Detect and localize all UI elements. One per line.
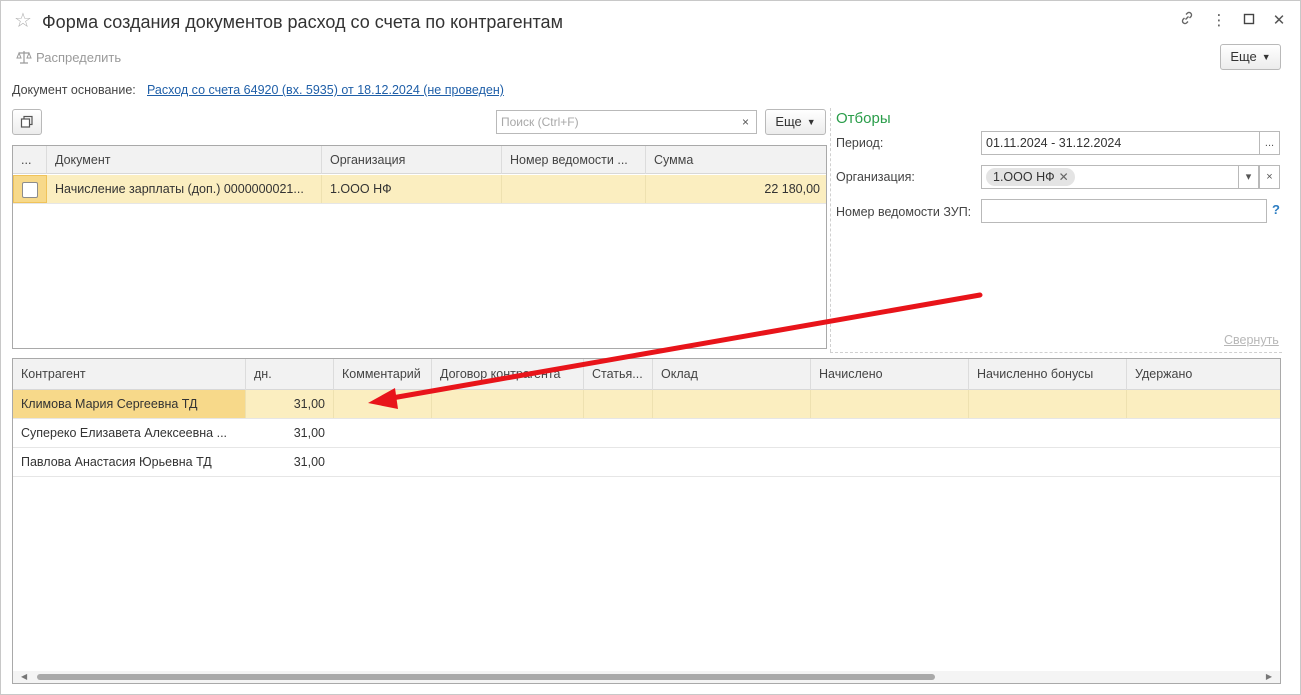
cell-withheld[interactable] [1127, 390, 1280, 418]
favorite-star-icon[interactable]: ☆ [14, 10, 32, 32]
column-header-days[interactable]: дн. [246, 359, 334, 390]
cell-article[interactable] [584, 390, 653, 418]
zup-statement-input[interactable] [981, 199, 1267, 223]
column-header-contract[interactable]: Договор контрагента [432, 359, 584, 390]
close-icon[interactable]: ✕ [1268, 10, 1290, 32]
column-header-document[interactable]: Документ [47, 146, 322, 174]
basis-label: Документ основание: [12, 83, 136, 97]
column-header-counterparty[interactable]: Контрагент [13, 359, 246, 390]
column-header-accrued[interactable]: Начислено [811, 359, 969, 390]
zup-statement-label: Номер ведомости ЗУП: [836, 205, 972, 219]
distribute-button[interactable]: Распределить [16, 48, 121, 68]
column-header-statement-no[interactable]: Номер ведомости ... [502, 146, 646, 174]
table-row[interactable]: Начисление зарплаты (доп.) 0000000021...… [13, 175, 826, 204]
more-actions-icon[interactable]: ⋮ [1208, 10, 1230, 32]
maximize-icon[interactable] [1238, 10, 1260, 32]
search-clear-icon[interactable]: × [735, 110, 757, 134]
collapse-link[interactable]: Свернуть [1224, 333, 1279, 347]
distribute-label: Распределить [36, 50, 122, 65]
filters-bottom-divider [830, 352, 1282, 353]
search-box[interactable] [496, 110, 736, 134]
link-icon[interactable] [1176, 10, 1198, 32]
table-row[interactable]: Павлова Анастасия Юрьевна ТД 31,00 [13, 448, 1280, 477]
search-input[interactable] [497, 111, 727, 133]
cell-counterparty[interactable]: Павлова Анастасия Юрьевна ТД [13, 448, 246, 476]
period-label: Период: [836, 136, 884, 150]
column-header-sum[interactable]: Сумма [646, 146, 826, 174]
organization-tag-label: 1.ООО НФ [993, 170, 1055, 184]
cell-accrued-bonus[interactable] [969, 390, 1127, 418]
caret-down-icon: ▼ [1261, 52, 1271, 62]
copy-icon [19, 115, 35, 133]
form-title: Форма создания документов расход со счет… [42, 12, 563, 32]
table-more-button[interactable]: Еще ▼ [765, 109, 826, 135]
basis-document-link[interactable]: Расход со счета 64920 (вх. 5935) от 18.1… [147, 83, 504, 97]
organization-tag[interactable]: 1.ООО НФ ✕ [986, 168, 1075, 186]
cell-contract[interactable] [432, 390, 584, 418]
period-field[interactable]: 01.11.2024 - 31.12.2024 [981, 131, 1260, 155]
filters-title: Отборы [836, 110, 891, 127]
column-header-withheld[interactable]: Удержано [1127, 359, 1280, 390]
organization-clear-icon[interactable]: × [1259, 165, 1280, 189]
column-header-comment[interactable]: Комментарий [334, 359, 432, 390]
organization-dropdown-icon[interactable]: ▾ [1238, 165, 1259, 189]
scales-icon [16, 48, 36, 68]
row-checkbox-cell[interactable] [13, 175, 47, 203]
row-checkbox[interactable] [22, 182, 38, 198]
scrollbar-thumb[interactable] [37, 674, 935, 680]
cell-counterparty[interactable]: Климова Мария Сергеевна ТД [13, 390, 246, 418]
column-header-accrued-bonus[interactable]: Начисленно бонусы [969, 359, 1127, 390]
counterparties-table: Контрагент дн. Комментарий Договор контр… [12, 358, 1281, 684]
cell-days[interactable]: 31,00 [246, 419, 334, 447]
scroll-left-icon[interactable]: ◀ [21, 671, 27, 683]
more-button-label: Еще [1230, 49, 1257, 64]
cell-statement-no[interactable] [502, 175, 646, 203]
cell-comment[interactable] [334, 390, 432, 418]
cell-document[interactable]: Начисление зарплаты (доп.) 0000000021... [47, 175, 322, 203]
table-row[interactable]: Суперeко Елизавета Алексеевна ... 31,00 [13, 419, 1280, 448]
cell-sum[interactable]: 22 180,00 [646, 175, 826, 203]
copy-button[interactable] [12, 109, 42, 135]
help-icon[interactable]: ? [1272, 202, 1280, 217]
column-header-mark[interactable]: ... [13, 146, 47, 174]
cell-organization[interactable]: 1.ООО НФ [322, 175, 502, 203]
more-button[interactable]: Еще ▼ [1220, 44, 1281, 70]
table-row[interactable]: Климова Мария Сергеевна ТД 31,00 [13, 390, 1280, 419]
organization-field[interactable]: 1.ООО НФ ✕ [981, 165, 1239, 189]
filters-divider [830, 108, 831, 352]
cell-days[interactable]: 31,00 [246, 390, 334, 418]
tag-remove-icon[interactable]: ✕ [1059, 170, 1069, 184]
scroll-right-icon[interactable]: ▶ [1266, 671, 1272, 683]
column-header-salary[interactable]: Оклад [653, 359, 811, 390]
counterparties-table-header: Контрагент дн. Комментарий Договор контр… [13, 359, 1280, 390]
period-select-button[interactable]: ... [1259, 131, 1280, 155]
organization-label: Организация: [836, 170, 915, 184]
horizontal-scrollbar[interactable]: ◀ ▶ [13, 671, 1280, 683]
cell-days[interactable]: 31,00 [246, 448, 334, 476]
documents-table-header: ... Документ Организация Номер ведомости… [13, 146, 826, 174]
documents-table: ... Документ Организация Номер ведомости… [12, 145, 827, 349]
column-header-organization[interactable]: Организация [322, 146, 502, 174]
cell-salary[interactable] [653, 390, 811, 418]
table-more-label: Еще [775, 114, 802, 129]
caret-down-icon: ▼ [806, 117, 816, 127]
cell-counterparty[interactable]: Суперeко Елизавета Алексеевна ... [13, 419, 246, 447]
cell-accrued[interactable] [811, 390, 969, 418]
column-header-article[interactable]: Статья... [584, 359, 653, 390]
